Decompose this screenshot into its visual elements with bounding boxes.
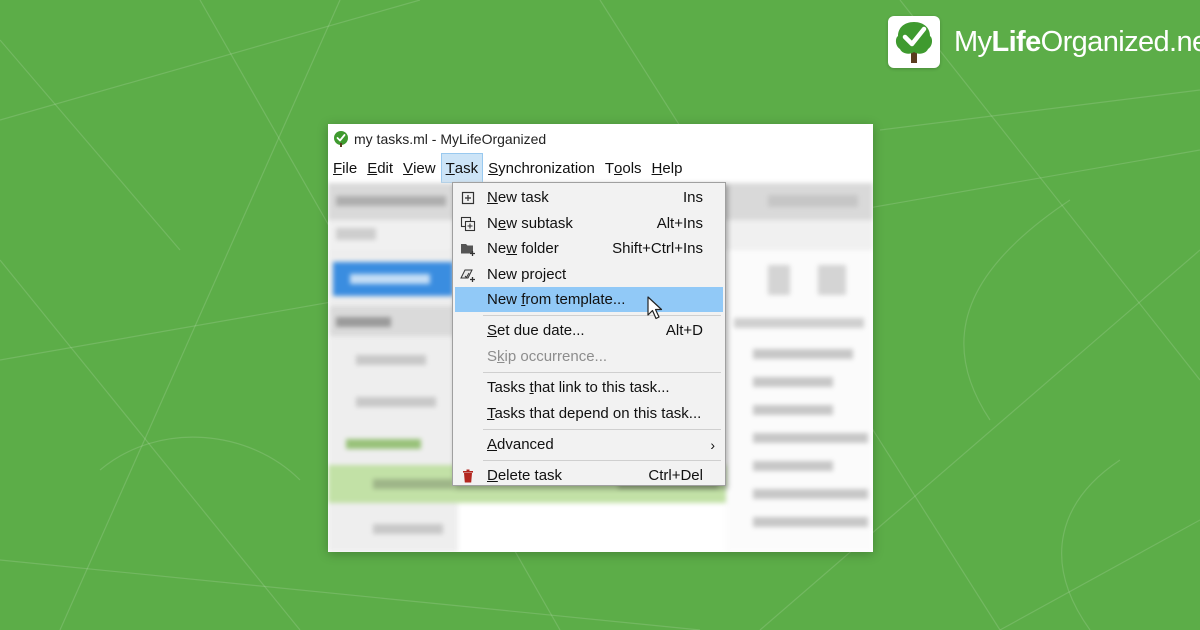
menu-item-new-task[interactable]: New task Ins xyxy=(455,185,723,210)
menu-item-new-project[interactable]: New project xyxy=(455,262,723,287)
menu-item-new-from-template[interactable]: New from template... xyxy=(455,287,723,312)
title-bar[interactable]: my tasks.ml - MyLifeOrganized xyxy=(328,124,873,153)
menu-item-label: New project xyxy=(487,265,567,283)
app-window: my tasks.ml - MyLifeOrganized File Edit Vi… xyxy=(328,124,873,552)
menu-item-new-folder[interactable]: New folder Shift+Ctrl+Ins xyxy=(455,236,723,261)
menu-item-label: Delete task xyxy=(487,467,563,484)
menu-item-set-due-date[interactable]: Set due date... Alt+D xyxy=(455,318,723,343)
brand-name: MyLifeOrganized.net xyxy=(954,25,1200,58)
menu-item-label: Tasks that depend on this task... xyxy=(487,405,702,422)
menu-item-label: New subtask xyxy=(487,214,573,232)
menu-item-label: New task xyxy=(487,189,549,206)
subtask-icon xyxy=(460,216,476,231)
window-title: my tasks.ml - MyLifeOrganized xyxy=(354,130,547,147)
brand-part-life: Life xyxy=(991,25,1041,58)
menu-task[interactable]: Task xyxy=(440,153,484,183)
menu-item-new-subtask[interactable]: New subtask Alt+Ins xyxy=(455,211,723,236)
menu-bar: File Edit View Task Synchronization To ols Help xyxy=(328,153,873,183)
menu-item-shortcut: Ctrl+Del xyxy=(648,467,703,484)
brand[interactable]: MyLifeOrganized.net xyxy=(888,16,1200,68)
menu-item-label: Set due date... xyxy=(487,322,585,339)
menu-item-tasks-that-depend-on-this-task[interactable]: Tasks that depend on this task... xyxy=(455,401,723,426)
menu-edit[interactable]: Edit xyxy=(362,153,398,183)
menu-item-delete-task[interactable]: Delete task Ctrl+Del xyxy=(455,463,723,488)
menu-item-label: Skip occurrence... xyxy=(487,348,608,365)
menu-item-shortcut: Alt+Ins xyxy=(656,214,703,232)
app-icon xyxy=(334,130,348,147)
brand-part-organized: Organized xyxy=(1040,25,1170,58)
menu-item-label: New from template... xyxy=(487,291,626,308)
menu-item-label: Advanced xyxy=(487,436,554,453)
chevron-right-icon: › xyxy=(710,436,715,453)
menu-tools[interactable]: To ols xyxy=(600,153,647,183)
menu-separator xyxy=(483,372,721,373)
plus-box-icon xyxy=(461,191,475,205)
folder-plus-icon xyxy=(461,244,475,256)
menu-file[interactable]: File xyxy=(328,153,362,183)
menu-item-shortcut: Ins xyxy=(682,189,703,206)
mouse-cursor-icon xyxy=(647,296,663,320)
menu-separator xyxy=(483,315,721,316)
menu-view[interactable]: View xyxy=(398,153,441,183)
menu-item-skip-occurrence: Skip occurrence... xyxy=(455,344,723,369)
menu-help[interactable]: Help xyxy=(647,153,688,183)
brand-part-net: .net xyxy=(1169,25,1200,58)
menu-item-shortcut: Alt+D xyxy=(665,322,703,339)
task-menu-dropdown: New task Ins New subtask Alt+Ins New folder S… xyxy=(452,182,726,486)
menu-synchronization[interactable]: Synchronization xyxy=(483,153,600,183)
menu-item-advanced[interactable]: Advanced › xyxy=(455,432,723,457)
mlo-logo-icon xyxy=(888,16,940,68)
project-icon xyxy=(460,269,475,282)
menu-separator xyxy=(483,429,721,430)
menu-item-shortcut: Shift+Ctrl+Ins xyxy=(612,240,703,257)
menu-item-label: New folder xyxy=(487,240,559,257)
menu-item-tasks-that-link-to-this-task[interactable]: Tasks that link to this task... xyxy=(455,375,723,400)
trash-icon xyxy=(463,469,473,483)
menu-separator xyxy=(483,460,721,461)
menu-item-label: Tasks that link to this task... xyxy=(487,379,670,396)
brand-part-my: My xyxy=(954,25,992,58)
